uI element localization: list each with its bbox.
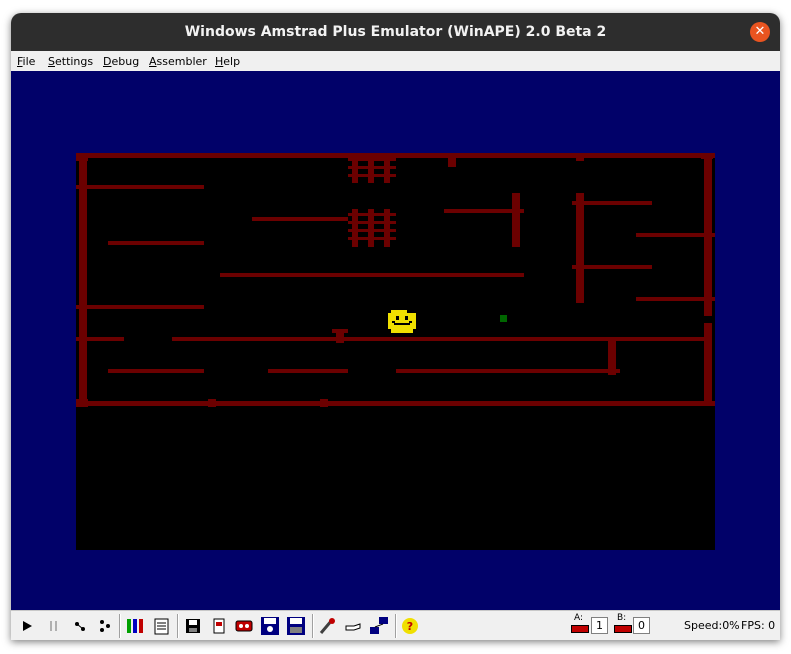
- hand-icon[interactable]: [343, 616, 363, 636]
- game-area: [76, 153, 715, 550]
- step-over-icon[interactable]: [95, 616, 115, 636]
- fps-status: FPS: 0: [741, 619, 776, 632]
- snapshot-icon[interactable]: [209, 616, 229, 636]
- menu-assembler[interactable]: Assembler: [149, 55, 207, 68]
- close-icon[interactable]: ✕: [750, 22, 770, 42]
- drive-a-value[interactable]: 1: [591, 617, 608, 634]
- drive-a-label: A:: [574, 613, 584, 623]
- menu-file[interactable]: File: [17, 55, 35, 68]
- tools-icon[interactable]: [317, 616, 337, 636]
- drive-b-label: B:: [617, 613, 627, 623]
- maze-walls: [76, 153, 715, 407]
- toolbar-separator: [395, 614, 397, 638]
- toolbar: ? A: 1 B: 0 Speed:0% FPS: 0: [11, 610, 780, 640]
- save-icon[interactable]: [183, 616, 203, 636]
- help-icon[interactable]: ?: [400, 616, 420, 636]
- drive-b-value[interactable]: 0: [633, 617, 650, 634]
- toolbar-separator: [119, 614, 121, 638]
- window-title: Windows Amstrad Plus Emulator (WinAPE) 2…: [184, 24, 607, 40]
- speed-status: Speed:0%: [684, 619, 740, 632]
- toolbar-separator: [312, 614, 314, 638]
- disk-save-icon[interactable]: [260, 616, 280, 636]
- drive-b-led-icon: [614, 625, 632, 633]
- menu-bar: File Settings Debug Assembler Help: [11, 51, 780, 72]
- maze-graphics: [76, 153, 715, 407]
- pickup-item: [500, 315, 507, 322]
- title-bar: Windows Amstrad Plus Emulator (WinAPE) 2…: [11, 13, 780, 51]
- emulator-screen[interactable]: [11, 71, 780, 610]
- memory-icon[interactable]: [125, 616, 145, 636]
- tape-icon[interactable]: [234, 616, 254, 636]
- player-sprite: [388, 310, 416, 333]
- disk-save-all-icon[interactable]: [286, 616, 306, 636]
- emulator-window: Windows Amstrad Plus Emulator (WinAPE) 2…: [11, 13, 780, 640]
- drive-a-led-icon: [571, 625, 589, 633]
- play-icon[interactable]: [17, 616, 37, 636]
- step-icon[interactable]: [70, 616, 90, 636]
- menu-settings[interactable]: Settings: [48, 55, 93, 68]
- menu-debug[interactable]: Debug: [103, 55, 139, 68]
- menu-help[interactable]: Help: [215, 55, 240, 68]
- toolbar-separator: [177, 614, 179, 638]
- pause-icon[interactable]: [44, 616, 64, 636]
- disassembly-icon[interactable]: [152, 616, 172, 636]
- svg-text:?: ?: [407, 620, 413, 633]
- network-icon[interactable]: [369, 616, 389, 636]
